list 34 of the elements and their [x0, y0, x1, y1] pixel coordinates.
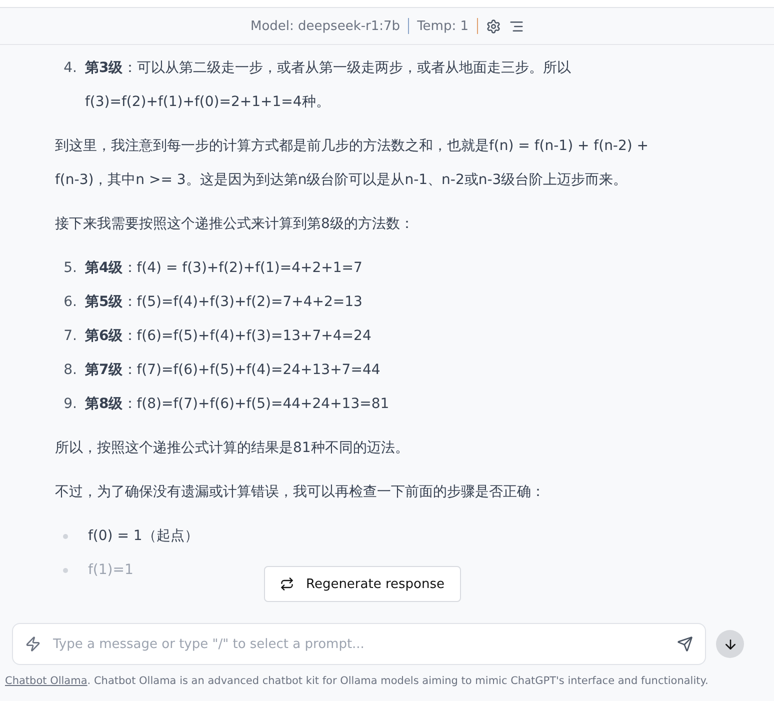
- list-item-text: 第6级：f(6)=f(5)+f(4)+f(3)=13+7+4=24: [85, 327, 372, 346]
- message-field[interactable]: Type a message or type "/" to select a prompt...: [51, 636, 667, 652]
- list-item-text: 第3级：可以从第二级走一步，或者从第一级走两步，或者从地面走三步。所以f(3)=f(2)+f(1)+f(0)=2+1+1=4种。: [85, 59, 572, 112]
- lightning-icon[interactable]: [25, 636, 41, 652]
- list-item-text: 第8级：f(8)=f(7)+f(6)+f(5)=44+24+13=81: [85, 395, 390, 414]
- paragraph: 所以，按照这个递推公式计算的结果是81种不同的迈法。: [55, 439, 410, 458]
- temperature-label: Temp: 1: [417, 18, 468, 34]
- bullet-icon: [63, 568, 68, 573]
- list-item-text: f(0) = 1（起点）: [88, 527, 198, 546]
- list-number: 7.: [62, 327, 78, 346]
- paragraph: 到这里，我注意到每一步的计算方式都是前几步的方法数之和，也就是f(n) = f(n-1) + f(n-2) + f(n-3)，其中n >= 3。这是因为到达第n级台阶可以是从n-1、n-2或n-3级台阶上迈步而来。: [55, 137, 650, 190]
- list-number: 6.: [62, 293, 78, 312]
- list-number: 9.: [62, 395, 78, 414]
- send-icon[interactable]: [677, 636, 693, 652]
- list-number: 5.: [62, 259, 78, 278]
- paragraph: 接下来我需要按照这个递推公式来计算到第8级的方法数：: [55, 215, 415, 234]
- chatbot-ollama-link[interactable]: Chatbot Ollama: [5, 675, 88, 687]
- scroll-down-button[interactable]: [716, 630, 744, 658]
- repeat-icon: [280, 577, 294, 591]
- list-item-text: 第7级：f(7)=f(6)+f(5)+f(4)=24+13+7=44: [85, 361, 382, 380]
- list-number: 8.: [62, 361, 78, 380]
- list-item-text: f(1)=1: [88, 561, 134, 580]
- menu-icon[interactable]: [508, 18, 524, 34]
- regenerate-button[interactable]: Regenerate response: [264, 566, 461, 602]
- list-item-text: 第5级：f(5)=f(4)+f(3)+f(2)=7+4+2=13: [85, 293, 364, 312]
- footer-text: Chatbot Ollama. Chatbot Ollama is an advanced chatbot kit for Ollama models aiming to mimic ChatGPT's interface and functionality.: [5, 675, 710, 687]
- list-number: 4.: [62, 59, 78, 78]
- message-input[interactable]: Type a message or type "/" to select a prompt...: [12, 623, 706, 665]
- bullet-icon: [63, 534, 68, 539]
- arrow-down-icon: [722, 636, 738, 652]
- paragraph: 不过，为了确保没有遗漏或计算错误，我可以再检查一下前面的步骤是否正确：: [55, 483, 546, 502]
- model-label: Model: deepseek-r1:7b: [250, 18, 400, 34]
- list-item-text: 第4级：f(4) = f(3)+f(2)+f(1)=4+2+1=7: [85, 259, 364, 278]
- settings-icon[interactable]: [486, 18, 500, 34]
